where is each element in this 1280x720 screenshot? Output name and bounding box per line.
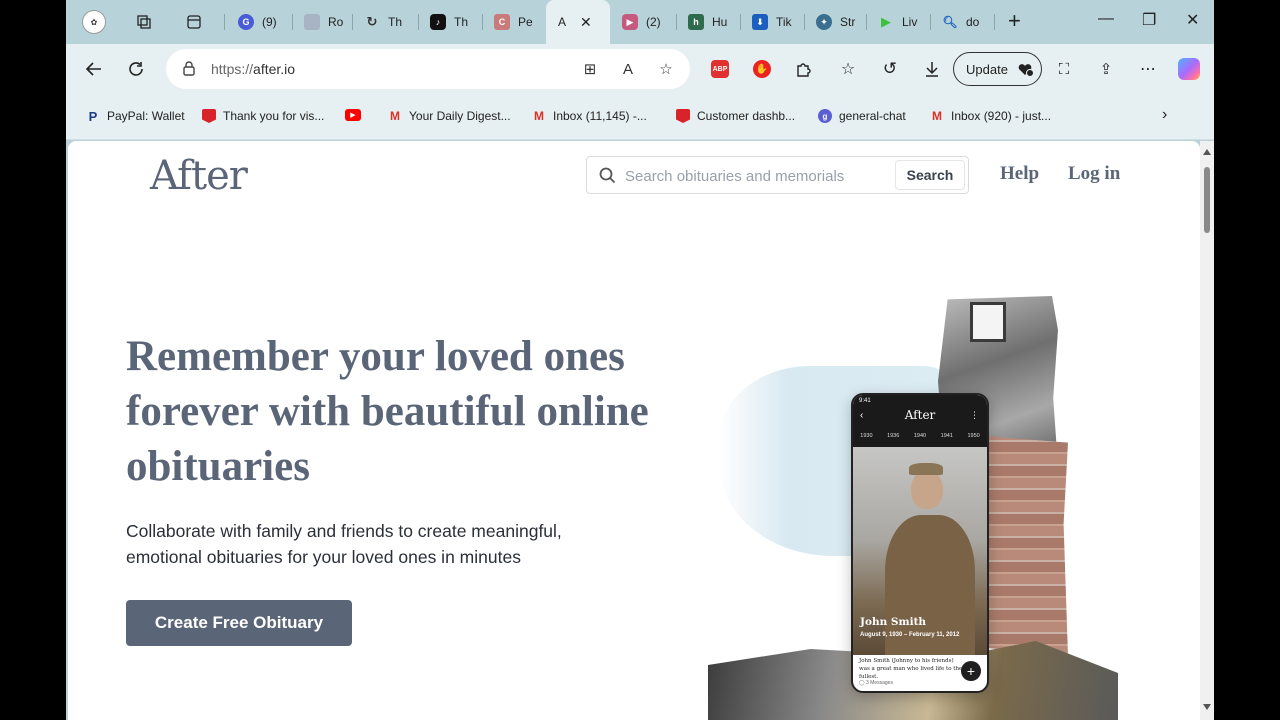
more-menu-icon[interactable]: ⋯ bbox=[1136, 57, 1160, 81]
bookmark-customer-dashboard[interactable]: Customer dashb... bbox=[676, 109, 795, 123]
google-g-icon: G bbox=[238, 14, 254, 30]
messages-count: ◯ 3 Messages bbox=[859, 680, 893, 686]
new-tab-icon[interactable]: + bbox=[1008, 10, 1021, 32]
share-icon: ⋮ bbox=[970, 410, 979, 420]
help-link[interactable]: Help bbox=[1000, 163, 1039, 185]
history-icon[interactable]: ↺ bbox=[878, 57, 902, 81]
search-box: Search bbox=[586, 156, 969, 194]
timeline-years: 1930 1936 1940 1941 1950 bbox=[860, 433, 980, 439]
adblock-plus-icon[interactable]: ABP bbox=[711, 60, 729, 78]
scroll-up-icon[interactable] bbox=[1203, 149, 1211, 155]
phone-logo: After bbox=[904, 408, 936, 422]
search-input[interactable] bbox=[625, 165, 885, 187]
bookmark-inbox-920[interactable]: M Inbox (920) - just... bbox=[930, 109, 1051, 123]
youtube-icon: ▶ bbox=[622, 14, 638, 30]
shield-icon bbox=[676, 109, 690, 123]
app-available-icon[interactable]: ⊞ bbox=[580, 59, 600, 79]
restore-icon[interactable]: ❐ bbox=[1142, 10, 1156, 30]
paypal-icon: P bbox=[88, 108, 98, 124]
page-scrollbar[interactable] bbox=[1200, 141, 1214, 720]
tab-do[interactable]: 🔍︎ do bbox=[932, 6, 988, 38]
bookmark-youtube[interactable]: ▶ bbox=[345, 109, 368, 121]
copilot-icon[interactable] bbox=[1178, 58, 1200, 80]
phone-mockup: 9:41 ‹ After ⋮ 1930 1936 1940 1941 1950 … bbox=[851, 393, 989, 693]
tiktok-icon: ♪ bbox=[430, 14, 446, 30]
create-obituary-button[interactable]: Create Free Obituary bbox=[126, 600, 352, 646]
after-logo-icon bbox=[304, 14, 320, 30]
plus-icon: + bbox=[961, 661, 981, 681]
c-icon: C bbox=[494, 14, 510, 30]
tab-after-ro[interactable]: Ro bbox=[294, 6, 350, 38]
read-aloud-icon[interactable]: A bbox=[618, 59, 638, 79]
str-icon: ✦ bbox=[816, 14, 832, 30]
search-button[interactable]: Search bbox=[895, 160, 965, 190]
bookmark-paypal[interactable]: P PayPal: Wallet bbox=[86, 108, 185, 124]
window-close-icon[interactable]: ✕ bbox=[1186, 10, 1199, 30]
tab-actions-icon[interactable] bbox=[184, 12, 204, 32]
play-icon: ▶ bbox=[881, 14, 891, 29]
back-icon[interactable] bbox=[82, 57, 106, 81]
chevron-right-icon[interactable]: › bbox=[1162, 106, 1167, 124]
url-text: https://after.io bbox=[211, 61, 296, 77]
tab-after-active[interactable]: A ✕ bbox=[546, 0, 610, 44]
search-icon bbox=[599, 167, 616, 189]
update-button[interactable]: Update bbox=[953, 52, 1042, 86]
bookmark-thank-you[interactable]: Thank you for vis... bbox=[202, 109, 324, 123]
search-icon: 🔍︎ bbox=[942, 15, 958, 29]
hero-title: Remember your loved ones forever with be… bbox=[126, 333, 649, 490]
workspaces-icon[interactable] bbox=[134, 12, 154, 32]
tab-strip: ✿ G (9) Ro ↻ Th ♪ Th C Pe A ✕ ▶ (2) h Hu… bbox=[66, 0, 1214, 44]
download-icon: ⬇ bbox=[752, 14, 768, 30]
youtube-icon: ▶ bbox=[345, 109, 361, 121]
favorite-star-icon[interactable]: ☆ bbox=[656, 59, 676, 79]
obituary-excerpt: John Smith (Johnny to his friends) was a… bbox=[859, 658, 963, 680]
h-icon: h bbox=[688, 14, 704, 30]
browser-window: ✿ G (9) Ro ↻ Th ♪ Th C Pe A ✕ ▶ (2) h Hu… bbox=[66, 0, 1214, 720]
tab-liv[interactable]: ▶ Liv bbox=[868, 6, 924, 38]
gmail-icon: M bbox=[390, 109, 400, 123]
tab-pe[interactable]: C Pe bbox=[484, 6, 544, 38]
deceased-name: John Smith bbox=[860, 616, 927, 628]
reload-icon[interactable] bbox=[124, 57, 148, 81]
shield-icon bbox=[202, 109, 216, 123]
phone-time: 9:41 bbox=[859, 398, 871, 404]
bookmark-daily-digest[interactable]: M Your Daily Digest... bbox=[388, 109, 511, 123]
hero-subtitle: Collaborate with family and friends to c… bbox=[126, 521, 562, 567]
tab-google[interactable]: G (9) bbox=[228, 6, 290, 38]
extension-red-icon[interactable]: ✋ bbox=[753, 60, 771, 78]
close-icon[interactable]: ✕ bbox=[580, 14, 592, 31]
browser-toolbar: https://after.io ⊞ A ☆ ABP ✋ ☆ ↺ Update … bbox=[66, 44, 1214, 94]
bookmark-inbox-11145[interactable]: M Inbox (11,145) -... bbox=[532, 109, 647, 123]
heart-icon bbox=[1018, 64, 1034, 77]
brick-photo bbox=[980, 436, 1068, 656]
screenshot-icon[interactable]: ⛶ bbox=[1052, 57, 1076, 81]
extensions-puzzle-icon[interactable] bbox=[792, 57, 816, 81]
login-link[interactable]: Log in bbox=[1068, 163, 1120, 185]
gmail-icon: M bbox=[932, 109, 942, 123]
address-bar[interactable]: https://after.io ⊞ A ☆ bbox=[166, 49, 690, 89]
downloads-icon[interactable] bbox=[920, 57, 944, 81]
bookmark-general-chat[interactable]: g general-chat bbox=[818, 109, 906, 123]
tab-youtube[interactable]: ▶ (2) bbox=[612, 6, 672, 38]
bookmarks-bar: P PayPal: Wallet Thank you for vis... ▶ … bbox=[66, 94, 1214, 140]
minimize-icon[interactable]: — bbox=[1098, 10, 1114, 28]
tab-tik[interactable]: ⬇ Tik bbox=[742, 6, 798, 38]
refresh-icon: ↻ bbox=[366, 14, 378, 29]
tab-refresh[interactable]: ↻ Th bbox=[354, 6, 410, 38]
chat-icon: g bbox=[818, 109, 832, 123]
tab-tiktok[interactable]: ♪ Th bbox=[420, 6, 476, 38]
page-viewport: After Search Help Log in Remember your l… bbox=[68, 141, 1200, 720]
scroll-down-icon[interactable] bbox=[1203, 704, 1211, 710]
profile-avatar[interactable]: ✿ bbox=[82, 10, 106, 34]
share-icon[interactable]: ⇪ bbox=[1094, 57, 1118, 81]
gmail-icon: M bbox=[534, 109, 544, 123]
scroll-thumb[interactable] bbox=[1204, 167, 1210, 233]
tab-str[interactable]: ✦ Str bbox=[806, 6, 862, 38]
hero-collage: 9:41 ‹ After ⋮ 1930 1936 1940 1941 1950 … bbox=[708, 296, 1128, 720]
lock-icon[interactable] bbox=[182, 60, 196, 81]
site-logo[interactable]: After bbox=[150, 153, 248, 199]
life-dates: August 9, 1930 – February 11, 2012 bbox=[860, 632, 960, 638]
favorites-icon[interactable]: ☆ bbox=[836, 57, 860, 81]
tab-hu[interactable]: h Hu bbox=[678, 6, 734, 38]
